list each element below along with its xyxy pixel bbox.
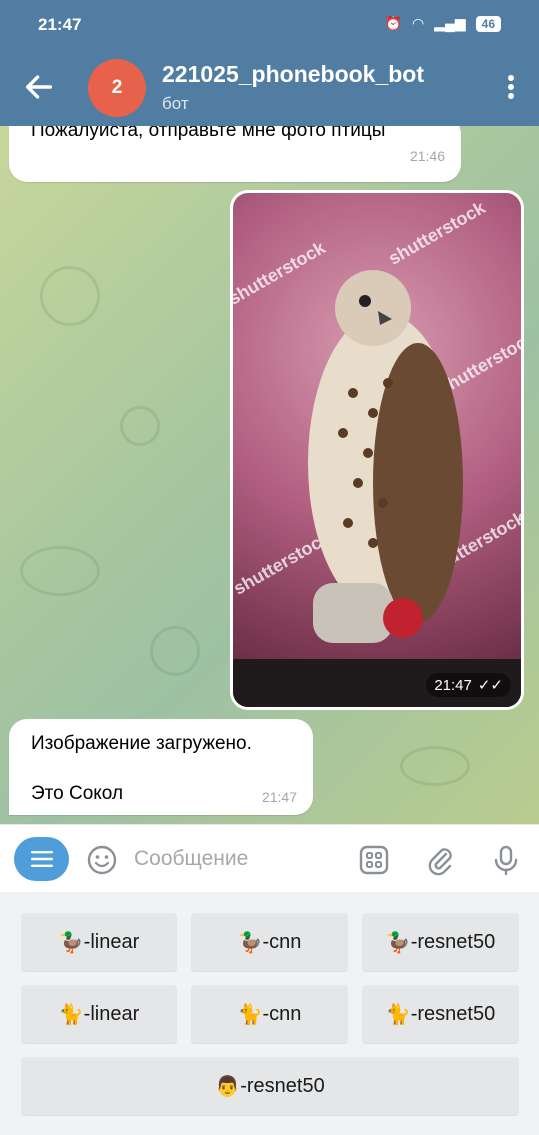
background-doodle <box>120 406 160 446</box>
button-label: -resnet50 <box>240 1074 325 1097</box>
photo-time-badge: 21:47 ✓✓ <box>426 673 511 697</box>
message-input-bar: Сообщение <box>0 824 539 892</box>
cat-icon: 🐈 <box>385 1003 411 1026</box>
message-text: Пожалуйста, отправьте мне фото птицы <box>31 126 386 141</box>
attach-icon[interactable] <box>424 844 456 876</box>
status-bar: 21:47 ⏰ ◠ ▂▄▆ 46 <box>0 0 539 48</box>
keyboard-button-duck-linear[interactable]: 🦆 -linear <box>21 913 177 971</box>
bird-photo[interactable]: shutterstock shutterstock shutterstock s… <box>233 193 521 707</box>
message-text: Это Сокол <box>31 783 124 804</box>
microphone-icon[interactable] <box>490 844 522 876</box>
button-label: -resnet50 <box>410 1002 496 1025</box>
emoji-icon[interactable] <box>86 844 118 876</box>
signal-icon: ▂▄▆ <box>434 15 466 31</box>
keyboard-button-person-resnet50[interactable]: 👨 -resnet50 <box>21 1057 519 1115</box>
button-label: -linear <box>83 1002 140 1025</box>
keyboard-button-duck-cnn[interactable]: 🦆 -cnn <box>191 913 348 971</box>
outgoing-photo-message[interactable]: shutterstock shutterstock shutterstock s… <box>230 190 524 710</box>
background-doodle <box>40 266 100 326</box>
cat-icon: 🐈 <box>58 1003 84 1026</box>
message-time: 21:47 <box>261 789 297 805</box>
keyboard-button-cat-cnn[interactable]: 🐈 -cnn <box>191 985 348 1043</box>
status-icons: ⏰ ◠ ▂▄▆ 46 <box>385 15 501 32</box>
menu-icon <box>30 851 53 867</box>
cat-icon: 🐈 <box>237 1003 263 1026</box>
duck-icon: 🦆 <box>58 931 84 954</box>
background-doodle <box>150 626 200 676</box>
message-time: 21:47 <box>434 676 472 694</box>
wifi-icon: ◠ <box>411 15 425 31</box>
keyboard-button-duck-resnet50[interactable]: 🦆 -resnet50 <box>362 913 519 971</box>
keyboard-button-cat-linear[interactable]: 🐈 -linear <box>21 985 177 1043</box>
bot-reply-keyboard: 🦆 -linear 🦆 -cnn 🦆 -resnet50 🐈 -linear 🐈 -cnn… <box>0 892 539 1135</box>
double-check-icon: ✓✓ <box>477 677 503 694</box>
bot-menu-button[interactable] <box>14 837 69 881</box>
incoming-message[interactable]: Изображение загружено. Это Сокол 21:47 <box>9 719 313 815</box>
message-text: Изображение загружено. <box>31 733 252 754</box>
button-label: -cnn <box>262 1002 302 1025</box>
bot-keyboard-icon[interactable] <box>358 844 390 876</box>
chat-title[interactable]: 221025_phonebook_bot <box>162 61 424 88</box>
falcon-image <box>308 270 463 643</box>
alarm-icon: ⏰ <box>384 15 402 31</box>
keyboard-button-cat-resnet50[interactable]: 🐈 -resnet50 <box>362 985 519 1043</box>
duck-icon: 🦆 <box>237 931 263 954</box>
button-label: -cnn <box>262 930 302 953</box>
battery-icon: 46 <box>475 15 501 32</box>
back-arrow-icon[interactable] <box>22 70 56 104</box>
incoming-message[interactable]: Пожалуйста, отправьте мне фото птицы 21:… <box>9 126 461 182</box>
avatar[interactable]: 2 <box>88 59 146 117</box>
duck-icon: 🦆 <box>385 931 411 954</box>
app-header: 21:47 ⏰ ◠ ▂▄▆ 46 2 221025_phonebook_bot … <box>0 0 539 126</box>
background-doodle <box>20 546 100 596</box>
more-vertical-icon[interactable] <box>507 74 515 100</box>
person-icon: 👨 <box>215 1075 241 1098</box>
button-label: -linear <box>83 930 140 953</box>
status-time: 21:47 <box>38 15 82 34</box>
message-input[interactable]: Сообщение <box>134 847 248 871</box>
message-time: 21:46 <box>409 148 445 164</box>
button-label: -resnet50 <box>410 930 496 953</box>
background-doodle <box>400 746 470 786</box>
chat-subtitle: бот <box>162 94 189 113</box>
chat-area[interactable]: Пожалуйста, отправьте мне фото птицы 21:… <box>0 126 539 824</box>
